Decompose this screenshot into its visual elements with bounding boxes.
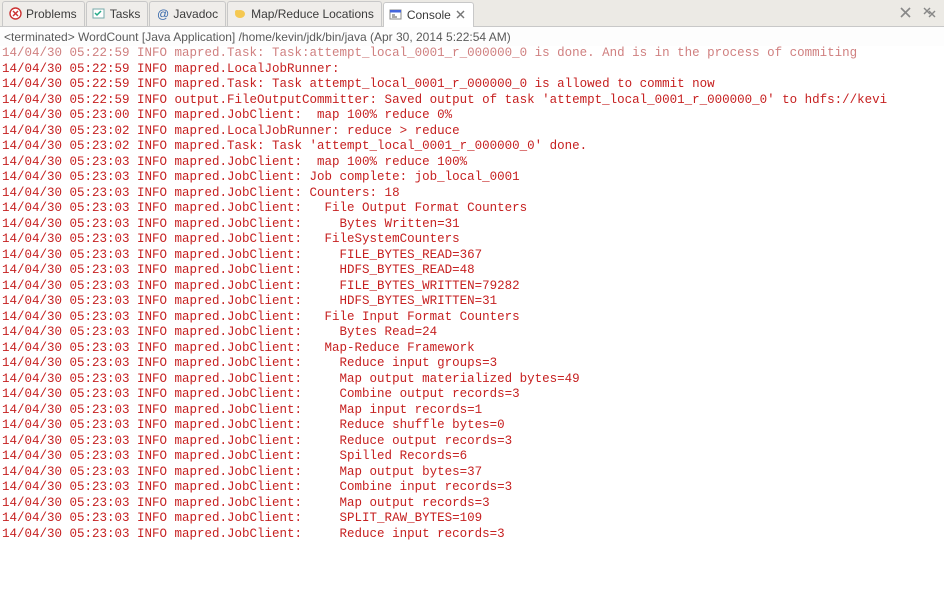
console-line: 14/04/30 05:23:03 INFO mapred.JobClient:… (2, 465, 942, 481)
close-icon[interactable] (456, 10, 466, 20)
console-line: 14/04/30 05:23:03 INFO mapred.JobClient:… (2, 279, 942, 295)
tab-console[interactable]: Console (383, 2, 474, 27)
console-line: 14/04/30 05:22:59 INFO mapred.Task: Task… (2, 46, 942, 62)
remove-all-icon[interactable] (922, 5, 938, 21)
console-line: 14/04/30 05:23:03 INFO mapred.JobClient:… (2, 387, 942, 403)
console-line: 14/04/30 05:23:03 INFO mapred.JobClient:… (2, 341, 942, 357)
console-line: 14/04/30 05:23:03 INFO mapred.JobClient:… (2, 356, 942, 372)
console-line: 14/04/30 05:23:03 INFO mapred.JobClient:… (2, 294, 942, 310)
console-output[interactable]: 14/04/30 05:22:59 INFO mapred.Task: Task… (0, 46, 944, 593)
console-line: 14/04/30 05:23:02 INFO mapred.Task: Task… (2, 139, 942, 155)
console-line: 14/04/30 05:22:59 INFO output.FileOutput… (2, 93, 942, 109)
console-line: 14/04/30 05:23:03 INFO mapred.JobClient:… (2, 496, 942, 512)
tab-problems[interactable]: Problems (2, 1, 85, 26)
remove-launch-icon[interactable] (898, 5, 914, 21)
tab-javadoc[interactable]: @ Javadoc (149, 1, 226, 26)
console-line: 14/04/30 05:23:03 INFO mapred.JobClient:… (2, 449, 942, 465)
checklist-icon (92, 7, 106, 21)
console-line: 14/04/30 05:23:03 INFO mapred.JobClient:… (2, 310, 942, 326)
console-line: 14/04/30 05:23:03 INFO mapred.JobClient:… (2, 263, 942, 279)
console-line: 14/04/30 05:23:03 INFO mapred.JobClient:… (2, 403, 942, 419)
console-status-line: <terminated> WordCount [Java Application… (0, 27, 944, 46)
console-line: 14/04/30 05:23:03 INFO mapred.JobClient:… (2, 170, 942, 186)
console-line: 14/04/30 05:23:03 INFO mapred.JobClient:… (2, 434, 942, 450)
console-line: 14/04/30 05:23:03 INFO mapred.JobClient:… (2, 372, 942, 388)
console-line: 14/04/30 05:23:03 INFO mapred.JobClient:… (2, 155, 942, 171)
console-line: 14/04/30 05:23:03 INFO mapred.JobClient:… (2, 325, 942, 341)
console-line: 14/04/30 05:23:03 INFO mapred.JobClient:… (2, 480, 942, 496)
tab-label: Tasks (110, 7, 141, 21)
tab-label: Map/Reduce Locations (251, 7, 374, 21)
tab-mapreduce-locations[interactable]: Map/Reduce Locations (227, 1, 382, 26)
tab-bar-tools (898, 5, 944, 21)
tab-label: Javadoc (173, 7, 218, 21)
console-line: 14/04/30 05:23:02 INFO mapred.LocalJobRu… (2, 124, 942, 140)
tab-label: Problems (26, 7, 77, 21)
at-icon: @ (155, 7, 169, 21)
console-line: 14/04/30 05:23:03 INFO mapred.JobClient:… (2, 217, 942, 233)
svg-text:@: @ (157, 7, 169, 20)
console-line: 14/04/30 05:23:03 INFO mapred.JobClient:… (2, 511, 942, 527)
tab-tasks[interactable]: Tasks (86, 1, 149, 26)
console-line: 14/04/30 05:23:03 INFO mapred.JobClient:… (2, 201, 942, 217)
console-icon (389, 8, 403, 22)
console-line: 14/04/30 05:23:03 INFO mapred.JobClient:… (2, 248, 942, 264)
view-tab-bar: Problems Tasks @ Javadoc Map/Reduce Loca… (0, 0, 944, 27)
elephant-icon (233, 7, 247, 21)
console-line: 14/04/30 05:23:03 INFO mapred.JobClient:… (2, 418, 942, 434)
console-line: 14/04/30 05:23:03 INFO mapred.JobClient:… (2, 527, 942, 543)
error-icon (8, 7, 22, 21)
console-line: 14/04/30 05:22:59 INFO mapred.Task: Task… (2, 77, 942, 93)
tab-label: Console (407, 8, 451, 22)
console-line: 14/04/30 05:23:03 INFO mapred.JobClient:… (2, 232, 942, 248)
console-line: 14/04/30 05:23:03 INFO mapred.JobClient:… (2, 186, 942, 202)
console-line: 14/04/30 05:22:59 INFO mapred.LocalJobRu… (2, 62, 942, 78)
console-line: 14/04/30 05:23:00 INFO mapred.JobClient:… (2, 108, 942, 124)
